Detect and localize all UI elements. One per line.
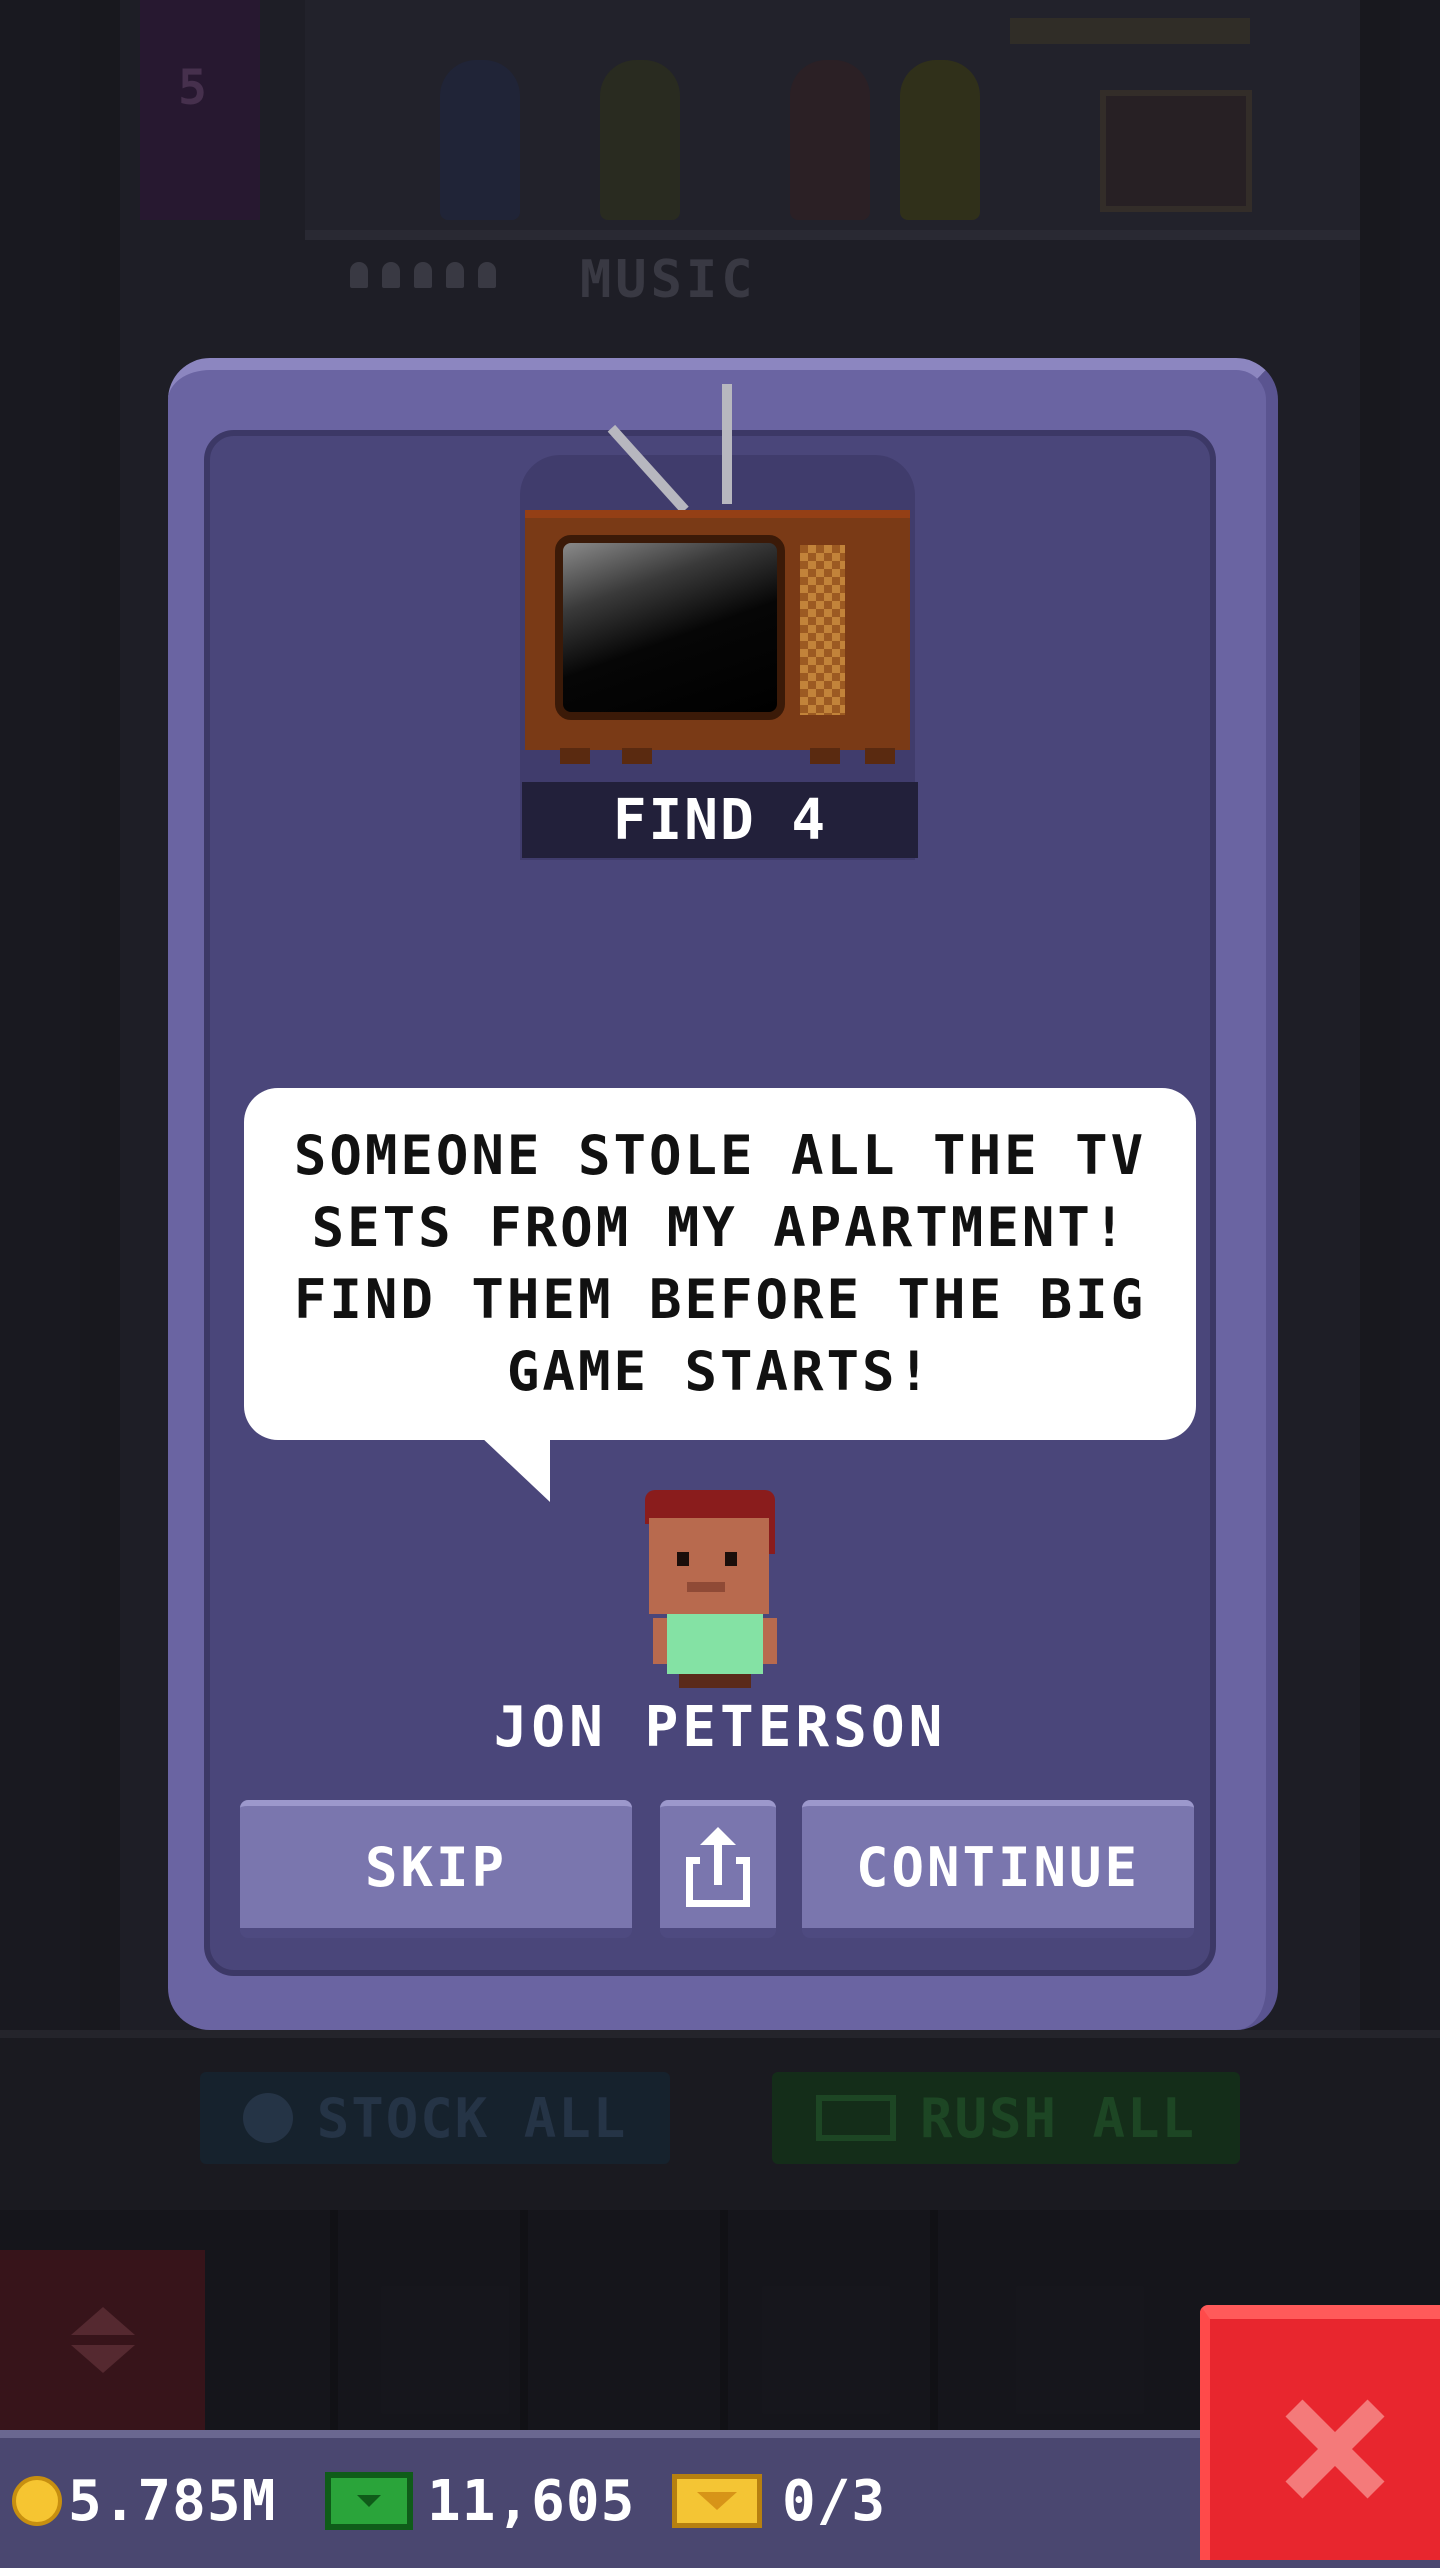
mission-message: SOMEONE STOLE ALL THE TV SETS FROM MY AP… xyxy=(293,1124,1147,1403)
share-button[interactable] xyxy=(660,1800,776,1938)
tv-antenna xyxy=(722,384,732,504)
close-icon xyxy=(1285,2399,1385,2499)
tv-screen xyxy=(555,535,785,720)
continue-button[interactable]: CONTINUE xyxy=(802,1800,1194,1938)
character-name: JON PETERSON xyxy=(493,1695,947,1760)
share-icon xyxy=(686,1827,750,1907)
skip-label: SKIP xyxy=(364,1835,508,1899)
tv-leg xyxy=(560,748,590,764)
close-button[interactable] xyxy=(1200,2305,1440,2560)
tv-leg xyxy=(810,748,840,764)
continue-label: CONTINUE xyxy=(855,1835,1141,1899)
tv-leg xyxy=(622,748,652,764)
bux-display: 11,605 xyxy=(325,2466,635,2536)
character-avatar xyxy=(645,1490,785,1690)
mission-goal: FIND 4 xyxy=(522,782,918,858)
tickets-display: 0/3 xyxy=(672,2466,886,2536)
ticket-icon xyxy=(672,2474,762,2528)
coins-display: 5.785M xyxy=(12,2466,276,2536)
speech-bubble: SOMEONE STOLE ALL THE TV SETS FROM MY AP… xyxy=(244,1088,1196,1440)
coin-icon xyxy=(12,2476,62,2526)
tv-leg xyxy=(865,748,895,764)
tv-speaker xyxy=(800,545,845,715)
bux-icon xyxy=(325,2472,413,2530)
tickets-value: 0/3 xyxy=(782,2468,887,2534)
bux-value: 11,605 xyxy=(427,2468,636,2534)
skip-button[interactable]: SKIP xyxy=(240,1800,632,1938)
coins-value: 5.785M xyxy=(68,2468,277,2534)
